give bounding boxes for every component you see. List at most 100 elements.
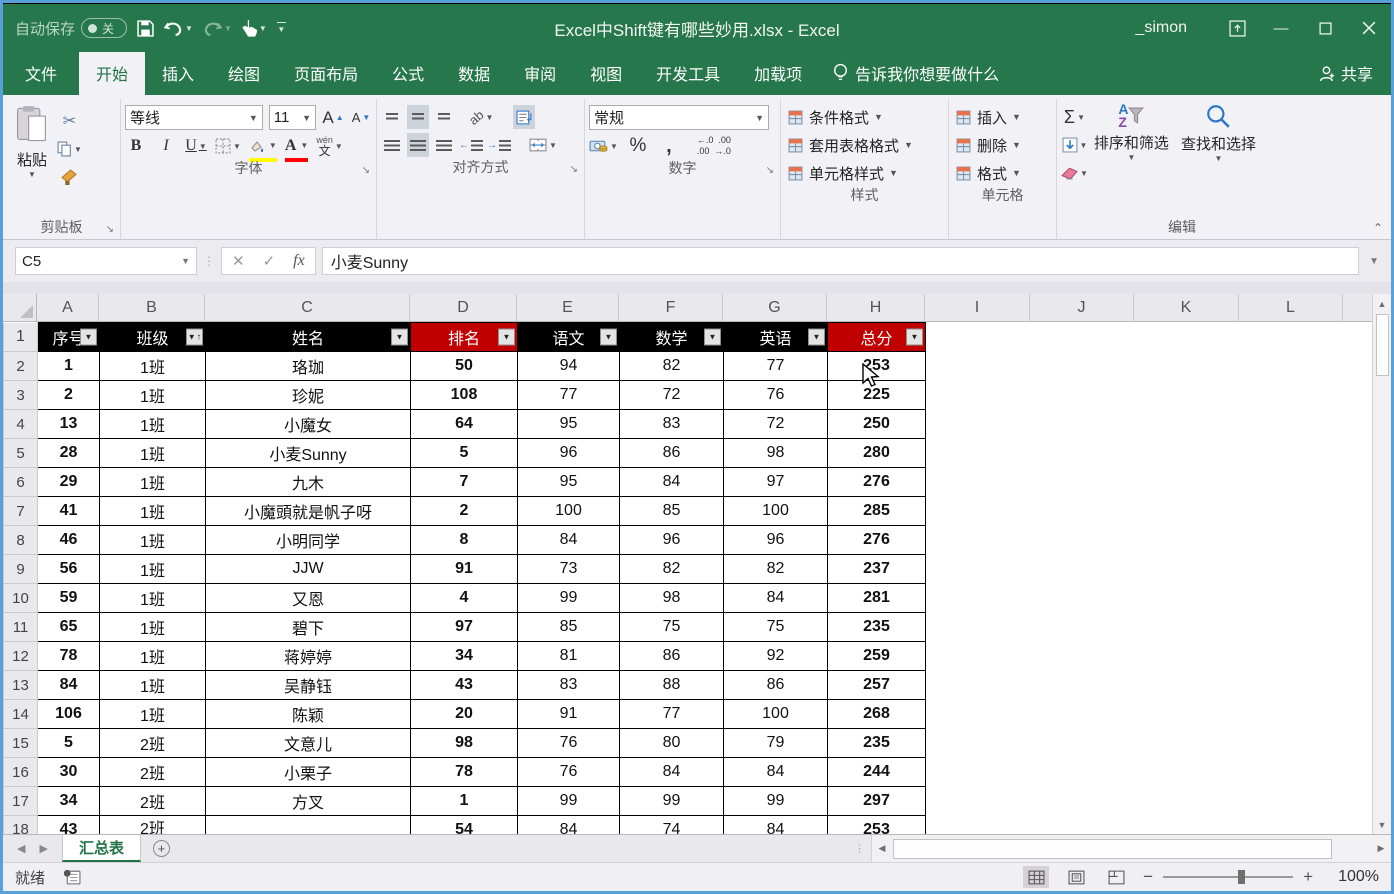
cell-G4[interactable]: 72 xyxy=(723,409,828,439)
cell-C16[interactable]: 小栗子 xyxy=(205,757,411,787)
empty-cells-area[interactable] xyxy=(926,322,1391,834)
tab-开发工具[interactable]: 开发工具 xyxy=(639,52,737,95)
cell-C9[interactable]: JJW xyxy=(205,554,411,584)
menu-条件格式[interactable]: 条件格式 ▼ xyxy=(787,105,944,129)
cell-A3[interactable]: 2 xyxy=(37,380,100,410)
cell-B15[interactable]: 2班 xyxy=(99,728,206,758)
align-center-button[interactable] xyxy=(407,133,429,157)
zoom-percentage[interactable]: 100% xyxy=(1327,868,1379,886)
increase-font-button[interactable]: A ▲ xyxy=(322,106,344,130)
borders-button[interactable]: ▼ xyxy=(215,134,241,158)
table-header-总分[interactable]: 总分 ▼ xyxy=(827,322,926,352)
horizontal-scroll-thumb[interactable] xyxy=(893,838,1332,859)
page-break-preview-button[interactable] xyxy=(1103,866,1129,888)
zoom-slider[interactable] xyxy=(1163,870,1294,884)
cell-G16[interactable]: 84 xyxy=(723,757,828,787)
tab-页面布局[interactable]: 页面布局 xyxy=(277,52,375,95)
cell-B7[interactable]: 1班 xyxy=(99,496,206,526)
row-header-15[interactable]: 15 xyxy=(3,728,38,758)
number-format-combo[interactable]: 常规 ▼ xyxy=(589,105,769,130)
cell-E3[interactable]: 77 xyxy=(517,380,620,410)
select-all-corner[interactable] xyxy=(3,294,37,322)
scroll-right-arrow[interactable]: ▶ xyxy=(1371,843,1391,854)
column-header-A[interactable]: A xyxy=(37,294,99,322)
cell-H9[interactable]: 237 xyxy=(827,554,926,584)
cell-G15[interactable]: 79 xyxy=(723,728,828,758)
fill-color-button[interactable]: ▼ xyxy=(248,134,277,162)
row-header-12[interactable]: 12 xyxy=(3,641,38,671)
cell-B8[interactable]: 1班 xyxy=(99,525,206,555)
cell-D15[interactable]: 98 xyxy=(410,728,518,758)
cell-E18[interactable]: 84 xyxy=(517,815,620,834)
minimize-button[interactable]: — xyxy=(1259,4,1303,52)
orientation-button[interactable]: ab ▼ xyxy=(466,105,494,129)
row-header-13[interactable]: 13 xyxy=(3,670,38,700)
cell-H10[interactable]: 281 xyxy=(827,583,926,613)
filter-dropdown-班级[interactable]: ▼ ↑ xyxy=(186,328,203,346)
cell-F8[interactable]: 96 xyxy=(619,525,724,555)
cell-F16[interactable]: 84 xyxy=(619,757,724,787)
zoom-slider-thumb[interactable] xyxy=(1238,870,1246,884)
middle-align-button[interactable] xyxy=(407,105,429,129)
cell-D9[interactable]: 91 xyxy=(410,554,518,584)
touch-mode-button[interactable]: ▼ xyxy=(242,19,267,37)
orientation-caret-icon[interactable]: ▼ xyxy=(485,113,493,122)
cell-H17[interactable]: 297 xyxy=(827,786,926,816)
normal-view-button[interactable] xyxy=(1023,866,1050,888)
fill-caret-icon[interactable]: ▼ xyxy=(1080,141,1088,150)
fill-button[interactable]: ▼ xyxy=(1061,133,1088,157)
filter-dropdown-语文[interactable]: ▼ xyxy=(600,328,617,346)
new-sheet-button[interactable]: + xyxy=(141,835,182,862)
cell-C4[interactable]: 小魔女 xyxy=(205,409,411,439)
cell-B3[interactable]: 1班 xyxy=(99,380,206,410)
cell-C15[interactable]: 文意儿 xyxy=(205,728,411,758)
cell-D11[interactable]: 97 xyxy=(410,612,518,642)
prev-sheet-button[interactable]: ◀ xyxy=(17,842,25,855)
cell-F12[interactable]: 86 xyxy=(619,641,724,671)
row-header-7[interactable]: 7 xyxy=(3,496,38,526)
cell-A13[interactable]: 84 xyxy=(37,670,100,700)
sheet-tab-active[interactable]: 汇总表 xyxy=(61,835,141,862)
filter-dropdown-姓名[interactable]: ▼ xyxy=(391,328,408,346)
cell-F14[interactable]: 77 xyxy=(619,699,724,729)
cell-E8[interactable]: 84 xyxy=(517,525,620,555)
cell-G3[interactable]: 76 xyxy=(723,380,828,410)
paste-button[interactable]: 粘贴 ▼ xyxy=(7,101,57,217)
table-header-序号[interactable]: 序号 ▼ xyxy=(37,322,100,352)
tab-开始[interactable]: 开始 xyxy=(79,52,146,95)
cell-C10[interactable]: 又恩 xyxy=(205,583,411,613)
menu-格式[interactable]: 格式 ▼ xyxy=(955,161,1052,185)
cell-D12[interactable]: 34 xyxy=(410,641,518,671)
cell-E6[interactable]: 95 xyxy=(517,467,620,497)
menu-单元格样式[interactable]: 单元格样式 ▼ xyxy=(787,161,944,185)
column-header-G[interactable]: G xyxy=(723,294,827,322)
cell-G5[interactable]: 98 xyxy=(723,438,828,468)
row-header-4[interactable]: 4 xyxy=(3,409,38,439)
confirm-entry-button[interactable]: ✓ xyxy=(263,252,276,270)
cell-G9[interactable]: 82 xyxy=(723,554,828,584)
row-header-3[interactable]: 3 xyxy=(3,380,38,410)
decrease-indent-button[interactable]: ← xyxy=(459,133,483,157)
row-header-5[interactable]: 5 xyxy=(3,438,38,468)
font-size-combo[interactable]: 11 ▼ xyxy=(268,105,316,130)
column-header-K[interactable]: K xyxy=(1134,294,1239,322)
filter-dropdown-序号[interactable]: ▼ xyxy=(80,328,97,346)
find-select-button[interactable]: 查找和选择 ▼ xyxy=(1175,101,1262,217)
font-color-button[interactable]: A ▼ xyxy=(284,134,309,162)
zoom-out-button[interactable]: − xyxy=(1143,867,1153,887)
tab-视图[interactable]: 视图 xyxy=(573,52,639,95)
underline-caret-icon[interactable]: ▼ xyxy=(199,142,207,151)
cell-C5[interactable]: 小麦Sunny xyxy=(205,438,411,468)
cell-A8[interactable]: 46 xyxy=(37,525,100,555)
cell-E12[interactable]: 81 xyxy=(517,641,620,671)
cell-F2[interactable]: 82 xyxy=(619,351,724,381)
phonetic-guide-button[interactable]: wén 文 ▼ xyxy=(316,134,342,158)
page-layout-view-button[interactable] xyxy=(1063,866,1089,888)
cell-H12[interactable]: 259 xyxy=(827,641,926,671)
insert-function-button[interactable]: fx xyxy=(293,252,305,270)
cell-H4[interactable]: 250 xyxy=(827,409,926,439)
undo-button[interactable]: ▼ xyxy=(164,20,193,37)
cell-B13[interactable]: 1班 xyxy=(99,670,206,700)
cell-C14[interactable]: 陈颖 xyxy=(205,699,411,729)
tab-公式[interactable]: 公式 xyxy=(375,52,441,95)
